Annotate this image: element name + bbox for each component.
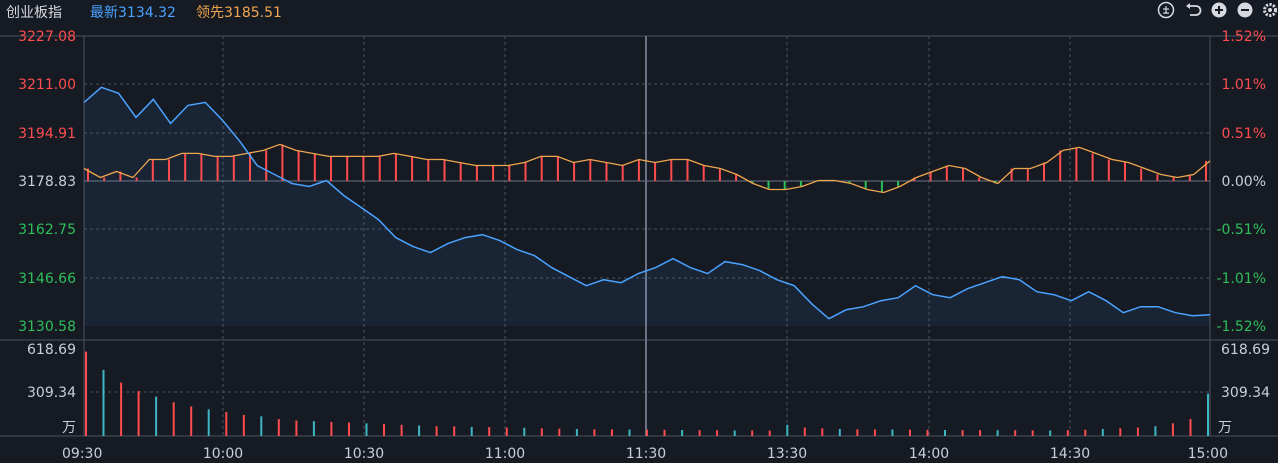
volume-unit-label: 万 <box>62 420 76 436</box>
time-axis-tick: 09:30 <box>62 446 102 462</box>
time-axis-tick: 14:30 <box>1050 446 1090 462</box>
volume-axis-tick: 618.69 <box>27 342 76 358</box>
volume-axis-tick-right: 309.34 <box>1221 385 1270 401</box>
time-axis-tick: 13:30 <box>767 446 807 462</box>
percent-axis-tick: -0.51% <box>1216 222 1266 238</box>
seal-icon[interactable] <box>1157 1 1175 19</box>
price-axis-tick: 3227.08 <box>18 29 76 45</box>
toolbar[interactable] <box>1157 1 1277 19</box>
zoom-in-icon[interactable] <box>1211 2 1227 18</box>
settings-icon[interactable] <box>1263 3 1277 17</box>
time-axis-tick: 11:30 <box>626 446 666 462</box>
percent-axis-tick: -1.52% <box>1216 319 1266 335</box>
time-axis-tick: 14:00 <box>909 446 949 462</box>
time-axis-tick: 10:00 <box>203 446 243 462</box>
zoom-out-icon[interactable] <box>1237 2 1253 18</box>
time-axis-tick: 11:00 <box>485 446 525 462</box>
time-axis-tick: 10:30 <box>344 446 384 462</box>
price-axis-tick: 3146.66 <box>18 271 76 287</box>
undo-icon[interactable] <box>1186 3 1202 16</box>
price-axis-tick: 3130.58 <box>18 319 76 335</box>
price-axis-tick: 3178.83 <box>18 174 76 190</box>
volume-axis-tick: 309.34 <box>27 385 76 401</box>
price-axis-tick: 3162.75 <box>18 222 76 238</box>
volume-unit-label-right: 万 <box>1218 420 1232 436</box>
time-axis-tick: 15:00 <box>1188 446 1228 462</box>
percent-axis-tick: -1.01% <box>1216 271 1266 287</box>
intraday-chart[interactable]: 3227.08 1.52% 3211.00 1.01% 3194.91 0.51% 3178… <box>0 0 1278 463</box>
price-axis-tick: 3211.00 <box>18 77 76 93</box>
volume-axis-tick-right: 618.69 <box>1221 342 1270 358</box>
percent-axis-tick: 0.51% <box>1222 126 1266 142</box>
percent-axis-tick: 1.01% <box>1222 77 1266 93</box>
percent-axis-tick: 0.00% <box>1222 174 1266 190</box>
percent-axis-tick: 1.52% <box>1222 29 1266 45</box>
price-axis-tick: 3194.91 <box>18 126 76 142</box>
